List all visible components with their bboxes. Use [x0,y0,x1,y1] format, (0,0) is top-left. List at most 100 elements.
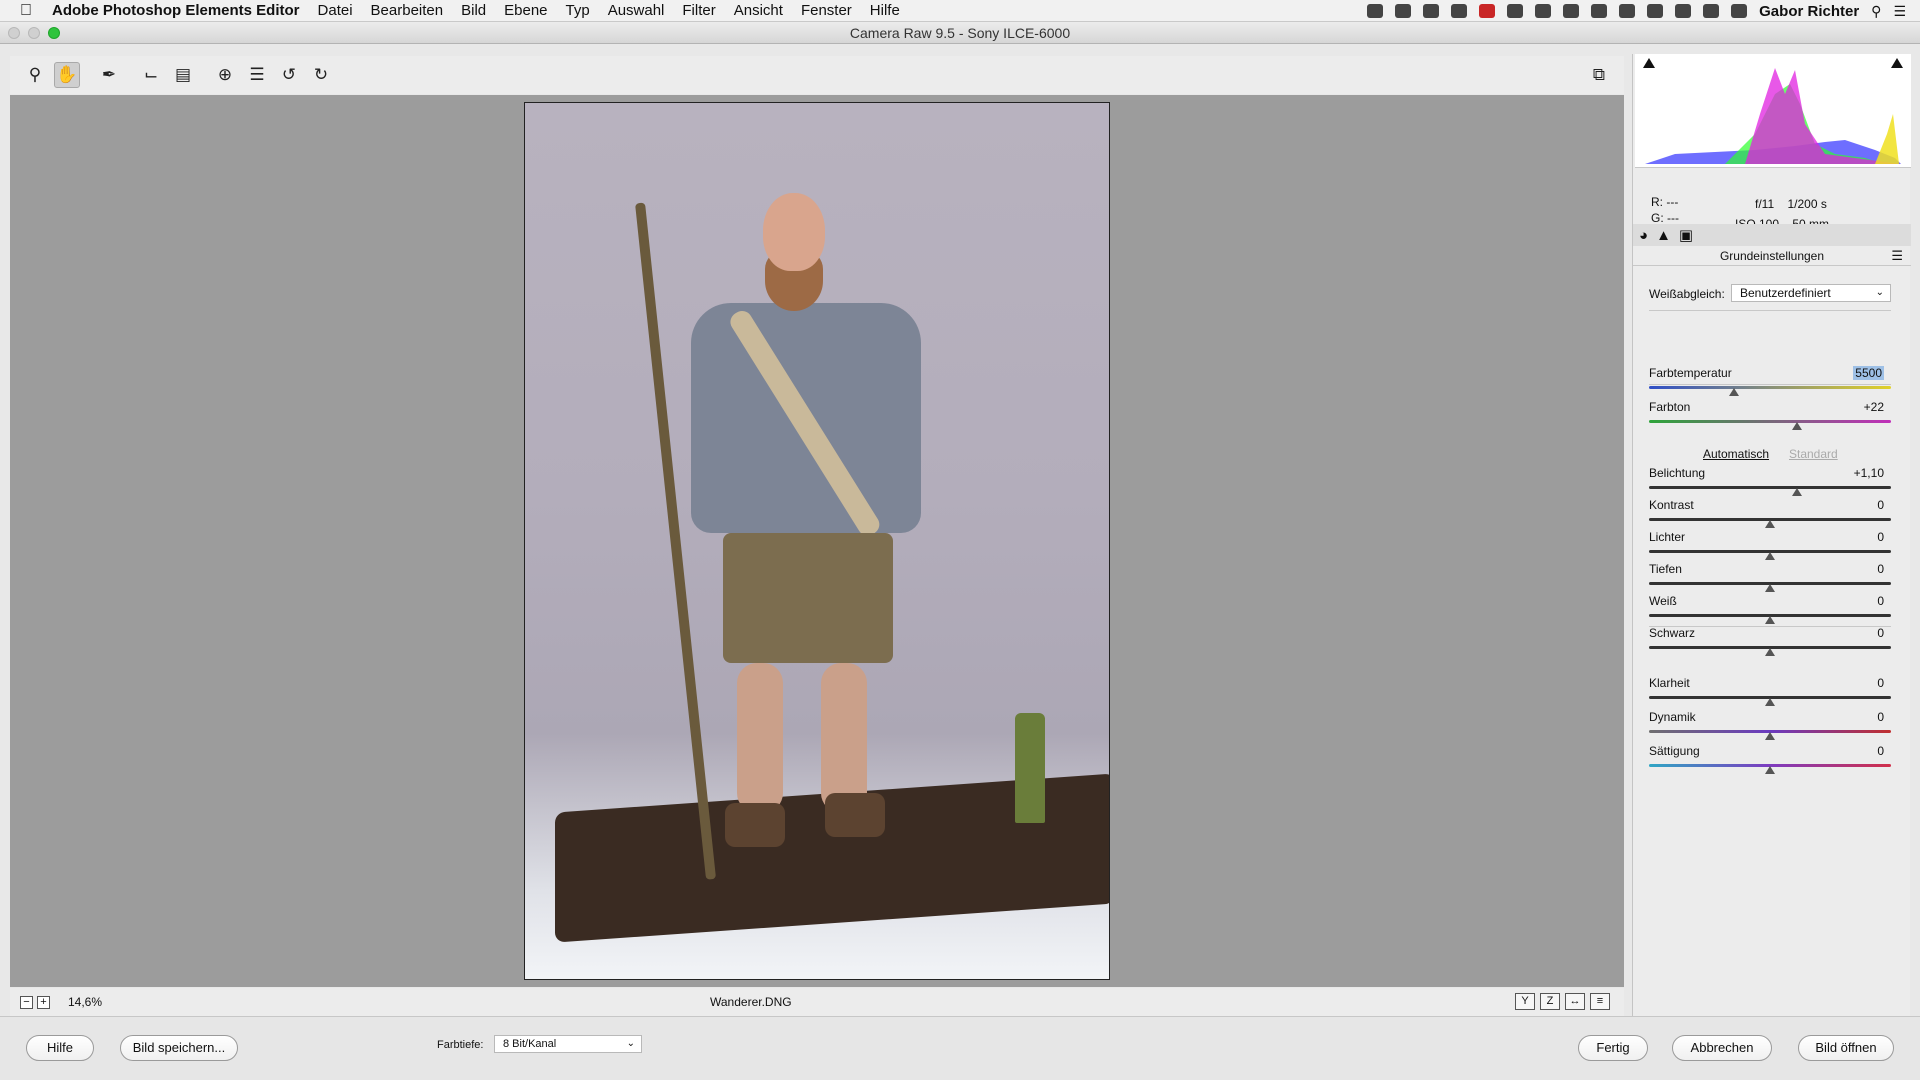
bit-depth-value: 8 Bit/Kanal [503,1038,557,1050]
slider-thumb-whites[interactable] [1765,616,1775,624]
tab-camera-calibration-icon[interactable]: ▣ [1679,226,1693,244]
menu-bearbeiten[interactable]: Bearbeiten [371,2,444,19]
done-button[interactable]: Fertig [1578,1035,1648,1061]
fullscreen-toggle-icon[interactable]: ⧉ [1586,62,1612,88]
zoom-level[interactable]: 14,6% [68,995,102,1009]
hand-icon[interactable]: ✋ [54,62,80,88]
eyedropper-icon[interactable]: ✒ [96,62,122,88]
menu-bild[interactable]: Bild [461,2,486,19]
slider-thumb-shadows[interactable] [1765,584,1775,592]
eject-icon[interactable] [1703,4,1720,18]
window-titlebar: Camera Raw 9.5 - Sony ILCE-6000 [0,22,1920,44]
notification-center-icon[interactable]: ☰ [1893,3,1906,20]
slider-thumb-temp[interactable] [1728,388,1739,396]
drive-icon[interactable] [1507,4,1524,18]
preferences-list-icon[interactable]: ☰ [244,62,270,88]
menubar-tray: Gabor Richter ⚲ ☰ [1367,0,1906,22]
bluetooth-icon[interactable] [1647,4,1664,18]
app-red-icon[interactable] [1479,4,1496,18]
time-machine-icon[interactable] [1619,4,1636,18]
save-image-button[interactable]: Bild speichern... [120,1035,238,1061]
help-button[interactable]: Hilfe [26,1035,94,1061]
cancel-button[interactable]: Abbrechen [1672,1035,1772,1061]
histogram-highlight-clip-icon[interactable] [1891,58,1903,68]
app-menu[interactable]: Adobe Photoshop Elements Editor [52,2,300,19]
swap-settings-button[interactable]: Z [1540,993,1560,1010]
user-name[interactable]: Gabor Richter [1759,3,1859,20]
copy-settings-button[interactable]: ↔ [1565,993,1585,1010]
window-zoom-button[interactable] [48,27,60,39]
tab-basic-icon[interactable]: ◕ [1639,227,1648,244]
menu-fenster[interactable]: Fenster [801,2,852,19]
slider-thumb-saturation[interactable] [1765,766,1775,774]
slider-thumb-exposure[interactable] [1791,488,1802,496]
histogram-shadow-clip-icon[interactable] [1643,58,1655,68]
volume-icon[interactable] [1731,4,1748,18]
window-minimize-button[interactable] [28,27,40,39]
slider-thumb-contrast[interactable] [1765,520,1775,528]
zoom-icon[interactable]: ⚲ [22,62,48,88]
slider-value-contrast[interactable]: 0 [1877,498,1884,512]
bit-depth-select[interactable]: 8 Bit/Kanal ⌄ [494,1035,642,1053]
slider-track-exposure[interactable] [1649,486,1891,489]
zoom-out-button[interactable]: − [20,995,33,1009]
chevron-down-icon: ⌄ [626,1038,635,1049]
menu-typ[interactable]: Typ [566,2,590,19]
window-close-button[interactable] [8,27,20,39]
zoom-controls: − + [20,995,50,1009]
open-image-button[interactable]: Bild öffnen [1798,1035,1894,1061]
slider-thumb-highlights[interactable] [1765,552,1775,560]
photo-preview[interactable] [524,102,1110,980]
wifi-icon[interactable] [1675,4,1692,18]
slider-thumb-blacks[interactable] [1765,648,1775,656]
histogram [1635,54,1911,168]
slider-value-clarity[interactable]: 0 [1877,676,1884,690]
slider-track-tint[interactable] [1649,420,1891,423]
crop-icon[interactable]: ⌙ [138,62,164,88]
slider-value-vibrance[interactable]: 0 [1877,710,1884,724]
slider-thumb-vibrance[interactable] [1765,732,1775,740]
creative-cloud-icon[interactable] [1535,4,1552,18]
printer-icon[interactable] [1423,4,1440,18]
white-balance-label: Weißabgleich: [1649,287,1725,301]
slider-value-exposure[interactable]: +1,10 [1854,466,1884,480]
rotate-right-icon[interactable]: ↻ [308,62,334,88]
spotlight-icon[interactable]: ⚲ [1871,3,1881,20]
redeye-icon[interactable]: ⊕ [212,62,238,88]
menu-datei[interactable]: Datei [318,2,353,19]
slider-value-shadows[interactable]: 0 [1877,562,1884,576]
before-after-toggle-button[interactable]: Y [1515,993,1535,1010]
file-name: Wanderer.DNG [710,995,792,1009]
tab-detail-icon[interactable]: ▲ [1656,227,1671,244]
slider-track-temp[interactable] [1649,386,1891,389]
slider-value-highlights[interactable]: 0 [1877,530,1884,544]
auto-button[interactable]: Automatisch [1703,447,1769,461]
screen-icon[interactable] [1591,4,1608,18]
apple-icon[interactable]:  [0,2,52,20]
menu-ebene[interactable]: Ebene [504,2,547,19]
menu-filter[interactable]: Filter [682,2,715,19]
slider-value-blacks[interactable]: 0 [1877,626,1884,640]
slider-thumb-tint[interactable] [1791,422,1802,430]
slider-thumb-clarity[interactable] [1765,698,1775,706]
menu-hilfe[interactable]: Hilfe [870,2,900,19]
white-balance-select[interactable]: Benutzerdefiniert ⌄ [1731,284,1891,302]
evernote-icon[interactable] [1451,4,1468,18]
menu-ansicht[interactable]: Ansicht [734,2,783,19]
preview-preferences-button[interactable]: ≡ [1590,993,1610,1010]
rotate-left-icon[interactable]: ↺ [276,62,302,88]
slider-label-contrast: Kontrast [1649,498,1694,512]
standard-button[interactable]: Standard [1789,447,1838,461]
panel-menu-icon[interactable]: ☰ [1891,246,1903,266]
straighten-icon[interactable]: ▤ [170,62,196,88]
display-icon[interactable] [1395,4,1412,18]
dropbox-icon[interactable] [1563,4,1580,18]
slider-value-temp[interactable]: 5500 [1853,366,1884,380]
slider-value-whites[interactable]: 0 [1877,594,1884,608]
slider-value-tint[interactable]: +22 [1864,400,1884,414]
zoom-in-button[interactable]: + [37,995,50,1009]
menu-auswahl[interactable]: Auswahl [608,2,665,19]
image-canvas[interactable] [10,95,1624,987]
slider-value-saturation[interactable]: 0 [1877,744,1884,758]
record-icon[interactable] [1367,4,1384,18]
